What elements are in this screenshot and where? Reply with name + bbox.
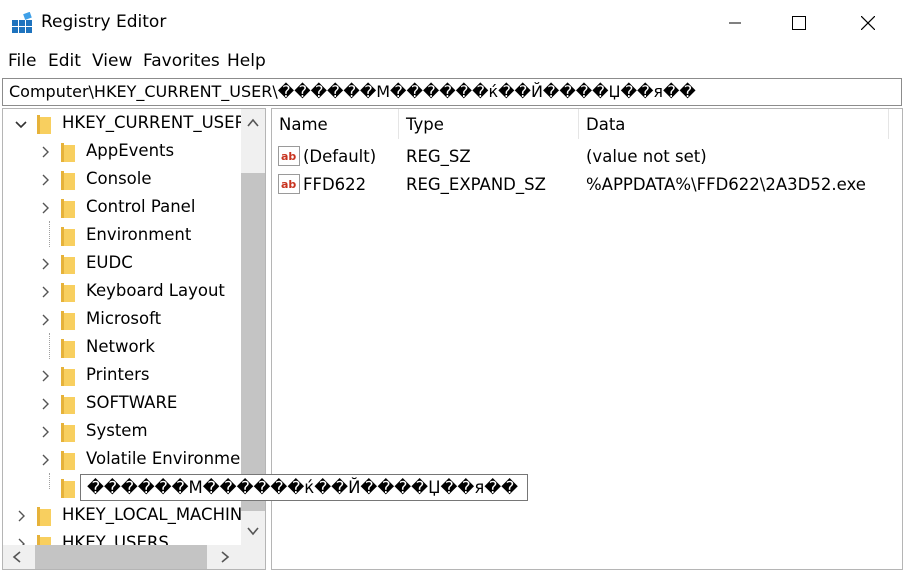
folder-icon [37, 115, 51, 134]
value-type: REG_EXPAND_SZ [406, 175, 546, 194]
value-data: %APPDATA%\FFD622\2A3D52.exe [586, 175, 866, 194]
tree-item-environment[interactable]: Environment [3, 222, 239, 250]
tree-item-label: AppEvents [86, 141, 175, 160]
value-type: REG_SZ [406, 147, 471, 166]
tree-item-console[interactable]: Console [3, 166, 239, 194]
chevron-down-icon[interactable] [15, 118, 27, 130]
tree-item-label: Printers [86, 365, 150, 384]
tree-item-label: Network [86, 337, 155, 356]
tree-item-label: HKEY_CURRENT_USER [62, 113, 247, 132]
tree-item-keyboard-layout[interactable]: Keyboard Layout [3, 278, 239, 306]
folder-icon [61, 479, 75, 498]
folder-icon [61, 199, 75, 218]
chevron-right-icon[interactable] [39, 174, 51, 186]
menu-favorites[interactable]: Favorites [143, 51, 220, 71]
tree-item-label: HKEY_LOCAL_MACHINE [62, 505, 253, 524]
tree-item-printers[interactable]: Printers [3, 362, 239, 390]
folder-icon [61, 143, 75, 162]
address-bar[interactable]: Computer\HKEY_CURRENT_USER\������M������… [2, 78, 902, 106]
chevron-right-icon[interactable] [15, 510, 27, 522]
close-button[interactable] [845, 0, 891, 46]
chevron-right-icon[interactable] [39, 202, 51, 214]
menu-bar: File Edit View Favorites Help [0, 47, 905, 75]
folder-icon [61, 255, 75, 274]
tree-item-label: Console [86, 169, 152, 188]
folder-icon [61, 367, 75, 386]
tree-item-label: SOFTWARE [86, 393, 178, 412]
tree-item-tooltip: ������M������ќ��Й����Џ��я�� [80, 474, 528, 501]
scroll-down-icon[interactable] [247, 525, 259, 537]
tree-item-label: System [86, 421, 148, 440]
maximize-icon [792, 16, 806, 30]
svg-text:ab: ab [281, 178, 296, 191]
tooltip-text: ������M������ќ��Й����Џ��я�� [87, 478, 519, 497]
tree-item-hkey-current-user[interactable]: HKEY_CURRENT_USER [3, 110, 246, 138]
scrollbar-thumb[interactable] [35, 545, 207, 569]
folder-icon [61, 423, 75, 442]
tree-item-label: Microsoft [86, 309, 162, 328]
minimize-icon [729, 22, 741, 24]
close-icon [861, 16, 875, 30]
tree-item-label: Control Panel [86, 197, 196, 216]
menu-file[interactable]: File [8, 51, 36, 71]
svg-text:ab: ab [281, 150, 296, 163]
column-header-label: Name [279, 115, 328, 134]
chevron-right-icon[interactable] [39, 370, 51, 382]
tree-horizontal-scrollbar[interactable] [3, 545, 265, 569]
folder-icon [61, 283, 75, 302]
tree-item-microsoft[interactable]: Microsoft [3, 306, 239, 334]
chevron-right-icon[interactable] [39, 426, 51, 438]
window-title: Registry Editor [41, 12, 167, 32]
folder-icon [61, 451, 75, 470]
scroll-left-icon[interactable] [11, 551, 23, 563]
scroll-right-icon[interactable] [219, 551, 231, 563]
chevron-right-icon[interactable] [39, 454, 51, 466]
maximize-button[interactable] [776, 0, 822, 46]
string-value-icon: ab [278, 174, 300, 194]
tree-item-label: Volatile Environment [86, 449, 258, 468]
string-value-icon: ab [278, 146, 300, 166]
menu-help[interactable]: Help [227, 51, 266, 71]
folder-icon [61, 395, 75, 414]
registry-editor-icon [12, 12, 32, 33]
folder-icon [61, 227, 75, 246]
chevron-right-icon[interactable] [39, 398, 51, 410]
folder-icon [61, 311, 75, 330]
menu-view[interactable]: View [92, 51, 132, 71]
value-name: FFD622 [303, 175, 367, 194]
tree-item-hkey-local-machine[interactable]: HKEY_LOCAL_MACHINE [3, 502, 253, 530]
tree-item-software[interactable]: SOFTWARE [3, 390, 239, 418]
column-header-data[interactable]: Data [579, 109, 889, 139]
chevron-right-icon[interactable] [39, 314, 51, 326]
title-bar: Registry Editor [0, 0, 905, 46]
tree-item-network[interactable]: Network [3, 334, 239, 362]
folder-icon [37, 507, 51, 526]
chevron-right-icon[interactable] [39, 258, 51, 270]
column-header-name[interactable]: Name [272, 109, 399, 139]
tree-item-appevents[interactable]: AppEvents [3, 138, 239, 166]
tree-item-label: EUDC [86, 253, 133, 272]
value-data: (value not set) [586, 147, 707, 166]
chevron-right-icon[interactable] [39, 146, 51, 158]
tree-item-label: Keyboard Layout [86, 281, 225, 300]
tree-item-control-panel[interactable]: Control Panel [3, 194, 239, 222]
address-path: Computer\HKEY_CURRENT_USER\������M������… [9, 82, 696, 101]
column-header-label: Type [406, 115, 444, 134]
tree-item-eudc[interactable]: EUDC [3, 250, 239, 278]
tree-item-volatile-environment[interactable]: Volatile Environment [3, 446, 257, 474]
tree-item-label: Environment [86, 225, 192, 244]
scrollbar-thumb[interactable] [241, 173, 265, 511]
menu-edit[interactable]: Edit [48, 51, 81, 71]
minimize-button[interactable] [712, 0, 758, 46]
folder-icon [61, 171, 75, 190]
column-header-label: Data [586, 115, 626, 134]
value-row[interactable]: ab FFD622 REG_EXPAND_SZ %APPDATA%\FFD622… [272, 170, 902, 198]
tree-item-system[interactable]: System [3, 418, 239, 446]
folder-icon [61, 339, 75, 358]
column-header-type[interactable]: Type [399, 109, 579, 139]
value-name: (Default) [303, 147, 377, 166]
chevron-right-icon[interactable] [39, 286, 51, 298]
scroll-up-icon[interactable] [247, 117, 259, 129]
value-row[interactable]: ab (Default) REG_SZ (value not set) [272, 142, 902, 170]
